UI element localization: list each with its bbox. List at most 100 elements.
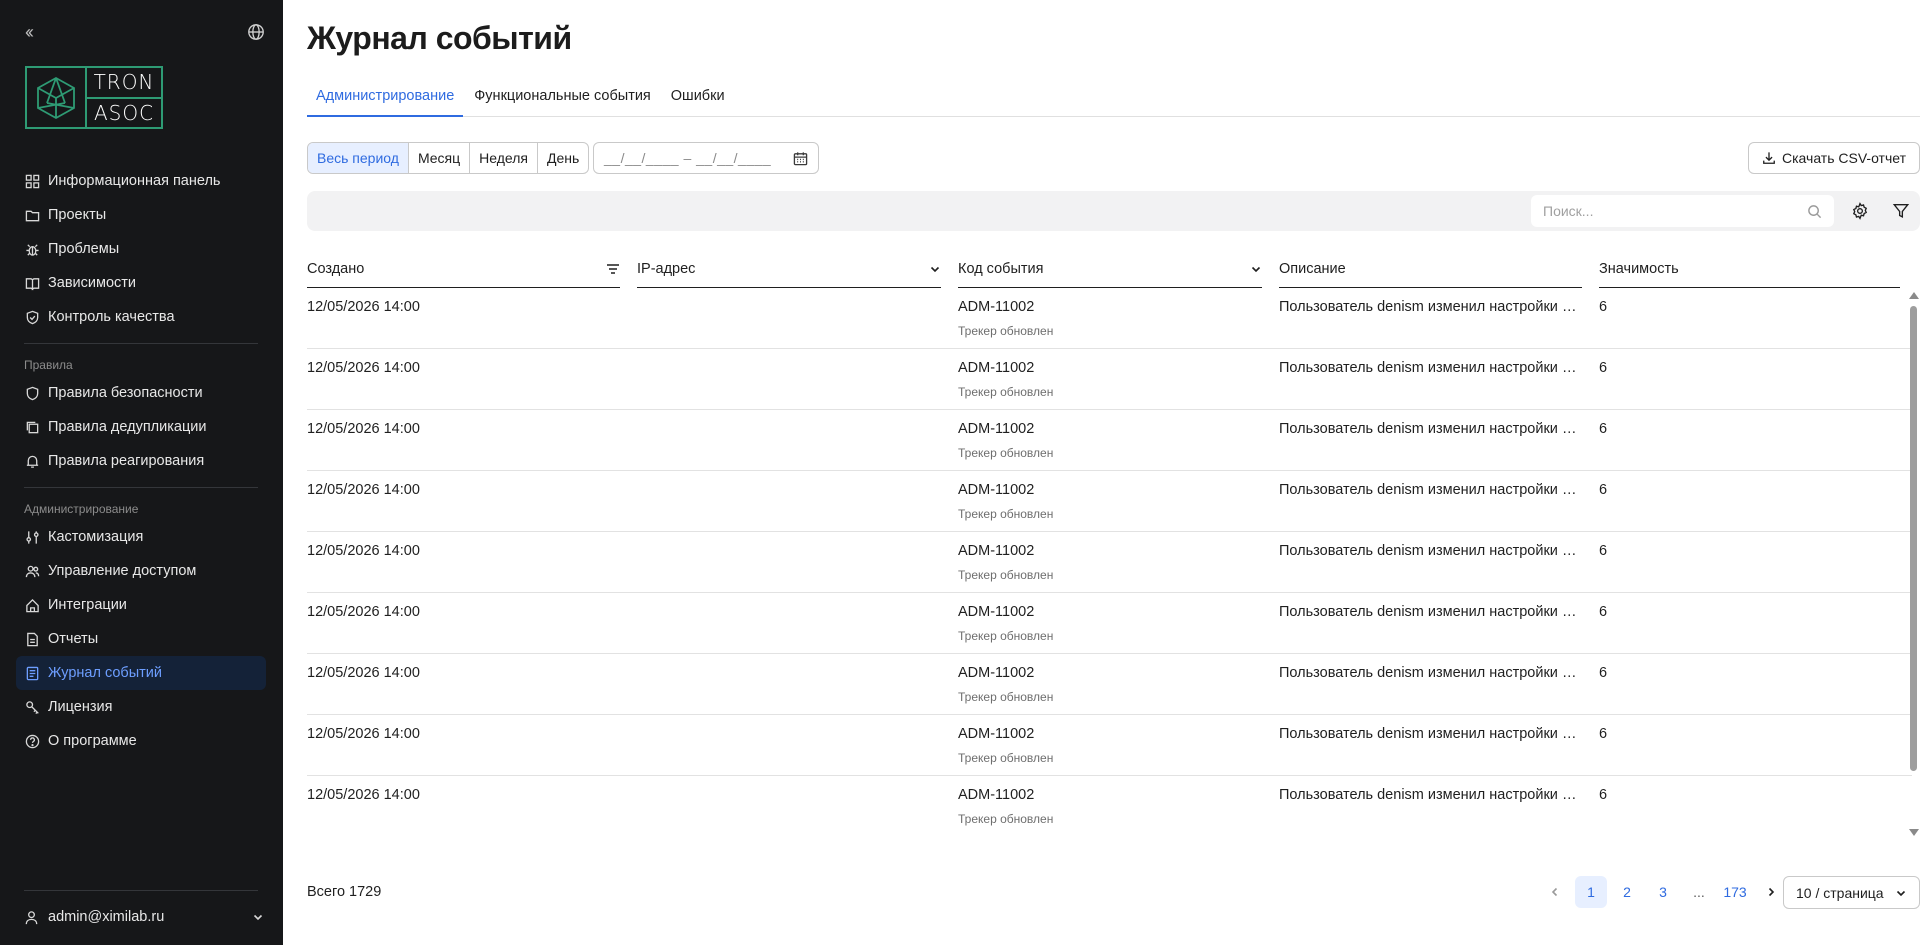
page-title: Журнал событий (307, 20, 572, 56)
cell-severity: 6 (1599, 787, 1608, 803)
sidebar-item-integrations[interactable]: Интеграции (16, 588, 266, 622)
shield-check-icon (24, 309, 40, 325)
sidebar-item-projects[interactable]: Проекты (16, 198, 266, 232)
table-row[interactable]: 12/05/2026 14:00 ADM-11002 Трекер обновл… (307, 532, 1912, 593)
table-row[interactable]: 12/05/2026 14:00 ADM-11002 Трекер обновл… (307, 715, 1912, 776)
column-label: Создано (307, 260, 365, 277)
sidebar-item-dashboard[interactable]: Информационная панель (16, 164, 266, 198)
table-row[interactable]: 12/05/2026 14:00 ADM-11002 Трекер обновл… (307, 349, 1912, 410)
sidebar-item-label: Контроль качества (48, 309, 175, 325)
cell-created: 12/05/2026 14:00 (307, 604, 420, 620)
period-month-button[interactable]: Месяц (409, 143, 471, 173)
copy-icon (24, 419, 40, 435)
sidebar-item-customization[interactable]: Кастомизация (16, 520, 266, 554)
sidebar-item-dedup-rules[interactable]: Правила дедупликации (16, 410, 266, 444)
sidebar-item-quality[interactable]: Контроль качества (16, 300, 266, 334)
cell-event-code-sub: Трекер обновлен (958, 751, 1054, 765)
collapse-sidebar-icon[interactable]: ‹‹ (25, 22, 34, 42)
logo-wordmark: TRON ASOC (87, 68, 161, 127)
cell-event-code: ADM-11002 (958, 726, 1035, 742)
sidebar-item-reports[interactable]: Отчеты (16, 622, 266, 656)
table-row[interactable]: 12/05/2026 14:00 ADM-11002 Трекер обновл… (307, 776, 1912, 836)
sliders-icon (24, 529, 40, 545)
chevron-down-icon (253, 914, 263, 921)
page-ellipsis[interactable]: ... (1683, 876, 1715, 908)
sidebar-item-event-log[interactable]: Журнал событий (16, 656, 266, 690)
period-all-button[interactable]: Весь период (308, 143, 409, 173)
sidebar-item-response-rules[interactable]: Правила реагирования (16, 444, 266, 478)
period-day-button[interactable]: День (538, 143, 588, 173)
cell-description: Пользователь denism изменил настройки ин… (1279, 421, 1584, 437)
user-icon (25, 910, 38, 924)
sidebar-item-problems[interactable]: Проблемы (16, 232, 266, 266)
table-row[interactable]: 12/05/2026 14:00 ADM-11002 Трекер обновл… (307, 654, 1912, 715)
scroll-down-icon[interactable] (1909, 829, 1919, 836)
sidebar-divider (24, 343, 258, 344)
cell-event-code: ADM-11002 (958, 421, 1035, 437)
page-button[interactable]: 3 (1647, 876, 1679, 908)
cell-event-code-sub: Трекер обновлен (958, 507, 1054, 521)
search-input[interactable] (1543, 203, 1807, 219)
sidebar-item-license[interactable]: Лицензия (16, 690, 266, 724)
logo-text-top: TRON (87, 68, 161, 99)
globe-icon[interactable] (247, 23, 265, 41)
page-size-value: 10 / страница (1796, 884, 1884, 901)
sidebar-item-label: Журнал событий (48, 665, 162, 681)
date-range-picker[interactable]: __/__/____ – __/__/____ (593, 142, 819, 174)
sidebar: ‹‹ TRON ASOC Информационная панель Проек… (0, 0, 283, 945)
nav-admin: Администрирование Кастомизация Управлени… (16, 494, 266, 758)
tab-errors[interactable]: Ошибки (662, 82, 734, 117)
cell-description: Пользователь denism изменил настройки ин… (1279, 482, 1584, 498)
help-icon (24, 733, 40, 749)
table-row[interactable]: 12/05/2026 14:00 ADM-11002 Трекер обновл… (307, 593, 1912, 654)
table-row[interactable]: 12/05/2026 14:00 ADM-11002 Трекер обновл… (307, 410, 1912, 471)
cell-created: 12/05/2026 14:00 (307, 421, 420, 437)
settings-gear-icon[interactable] (1851, 202, 1869, 220)
sort-icon[interactable] (606, 263, 620, 275)
bug-icon (24, 241, 40, 257)
search-icon[interactable] (1807, 204, 1822, 219)
tab-functional-events[interactable]: Функциональные события (465, 82, 660, 117)
cell-event-code-sub: Трекер обновлен (958, 446, 1054, 460)
cell-description: Пользователь denism изменил настройки ин… (1279, 726, 1584, 742)
sidebar-item-label: Информационная панель (48, 173, 221, 189)
cell-description: Пользователь denism изменил настройки ин… (1279, 299, 1584, 315)
sidebar-item-access[interactable]: Управление доступом (16, 554, 266, 588)
user-email: admin@ximilab.ru (48, 909, 165, 925)
page-button[interactable]: 173 (1719, 876, 1751, 908)
cell-event-code: ADM-11002 (958, 787, 1035, 803)
sidebar-item-security-rules[interactable]: Правила безопасности (16, 376, 266, 410)
scroll-up-icon[interactable] (1909, 292, 1919, 299)
sidebar-item-dependencies[interactable]: Зависимости (16, 266, 266, 300)
user-menu[interactable]: admin@ximilab.ru (24, 905, 264, 929)
cell-description: Пользователь denism изменил настройки ин… (1279, 787, 1584, 803)
column-header-ip[interactable]: IP-адрес (637, 252, 941, 288)
logo-cube-icon (27, 68, 87, 127)
page-button[interactable]: 2 (1611, 876, 1643, 908)
sidebar-section-rules: Правила (24, 358, 73, 372)
folder-icon (24, 207, 40, 223)
table-scrollbar[interactable] (1907, 290, 1920, 838)
tab-administration[interactable]: Администрирование (307, 82, 464, 117)
calendar-icon (793, 151, 808, 165)
scrollbar-thumb[interactable] (1910, 306, 1917, 771)
cell-created: 12/05/2026 14:00 (307, 787, 420, 803)
column-header-event-code[interactable]: Код события (958, 252, 1262, 288)
table-row[interactable]: 12/05/2026 14:00 ADM-11002 Трекер обновл… (307, 288, 1912, 349)
column-label: IP-адрес (637, 260, 696, 277)
page-button[interactable]: 1 (1575, 876, 1607, 908)
page-size-select[interactable]: 10 / страница (1783, 876, 1920, 909)
sidebar-item-about[interactable]: О программе (16, 724, 266, 758)
logo-text-bottom: ASOC (93, 100, 155, 125)
period-week-button[interactable]: Неделя (470, 143, 538, 173)
sidebar-item-label: Проекты (48, 207, 107, 223)
filter-icon[interactable] (1892, 202, 1910, 220)
table-row[interactable]: 12/05/2026 14:00 ADM-11002 Трекер обновл… (307, 471, 1912, 532)
column-header-severity[interactable]: Значимость (1599, 252, 1900, 288)
chevron-down-icon[interactable] (1250, 263, 1262, 275)
download-csv-button[interactable]: Скачать CSV-отчет (1748, 142, 1920, 174)
chevron-down-icon[interactable] (929, 263, 941, 275)
prev-page-button[interactable] (1539, 876, 1571, 908)
column-header-description[interactable]: Описание (1279, 252, 1582, 288)
column-header-created[interactable]: Создано (307, 252, 620, 288)
